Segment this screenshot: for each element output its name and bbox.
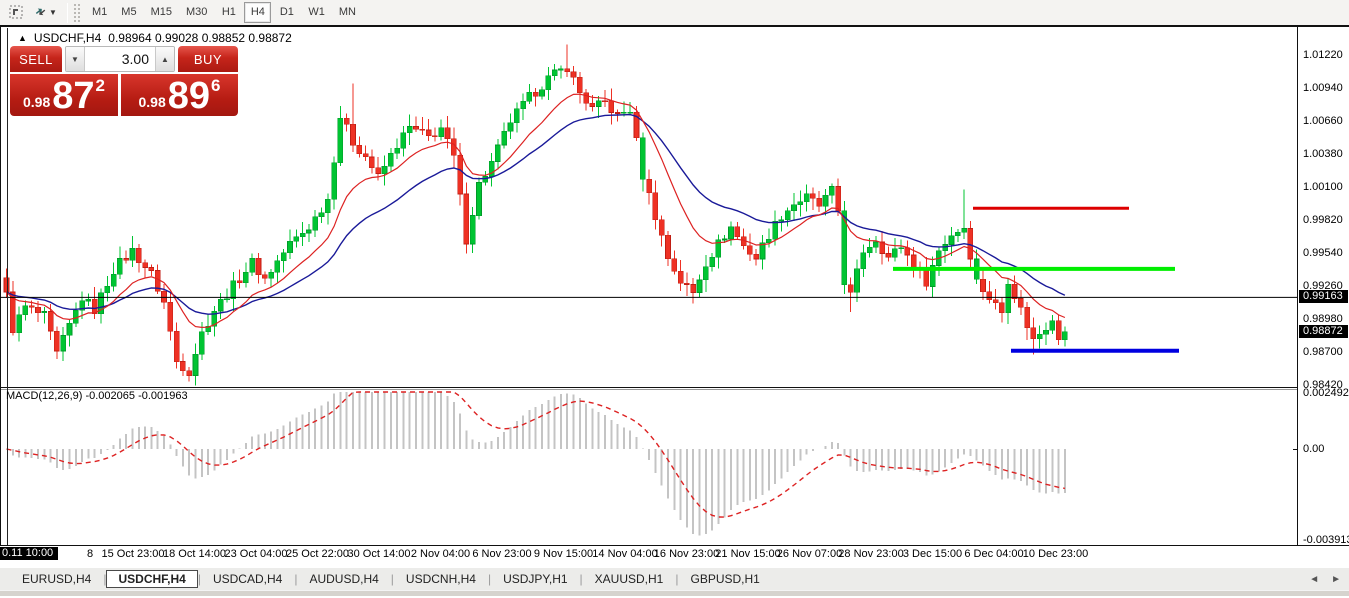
chart-tab-gbpusd-h1[interactable]: GBPUSD,H1 <box>678 570 771 588</box>
macd-tick-label: -0.003913 <box>1303 534 1349 546</box>
caret-up-icon: ▲ <box>161 54 169 64</box>
chart-tab-audusd-h4[interactable]: AUDUSD,H4 <box>297 570 390 588</box>
buy-button[interactable]: BUY <box>178 46 238 72</box>
time-axis[interactable]: 0.11 10:00 8 15 Oct 23:00 18 Oct 14:00 23 … <box>0 546 1349 567</box>
sell-price-pip: 2 <box>95 76 105 95</box>
chart-tab-usdjpy-h1[interactable]: USDJPY,H1 <box>491 570 579 588</box>
chart-tab-eurusd-h4[interactable]: EURUSD,H4 <box>10 570 103 588</box>
macd-tick-label: 0.00 <box>1303 443 1325 455</box>
price-tick-label: 0.98980 <box>1303 313 1343 325</box>
time-tick-label: 9 Nov 15:00 <box>533 548 594 560</box>
tab-scroll-buttons: ◄ ► <box>1309 574 1341 585</box>
timeframe-button-m1[interactable]: M1 <box>86 2 113 23</box>
chart-tabs-bar: EURUSD,H4 | USDCHF,H4 | USDCAD,H4 | AUDUSD,H4 |… <box>0 568 1349 590</box>
time-tick-label: 6 Dec 04:00 <box>964 548 1024 560</box>
caret-down-icon: ▼ <box>71 54 79 64</box>
sell-price-main: 87 <box>52 75 95 117</box>
chart-tab-xauusd-h1[interactable]: XAUUSD,H1 <box>583 570 676 588</box>
one-click-trading-panel: SELL ▼ 3.00 ▲ BUY 0.98 87 2 0.98 89 6 <box>10 46 238 116</box>
price-tick-label: 0.99540 <box>1303 247 1343 259</box>
macd-tick-label: 0.002492 <box>1303 387 1349 399</box>
sell-price-display[interactable]: 0.98 87 2 <box>10 74 118 116</box>
volume-increase-button[interactable]: ▲ <box>155 47 174 71</box>
volume-decrease-button[interactable]: ▼ <box>66 47 85 71</box>
mt4-terminal: ▼ M1 M5 M15 M30 H1 H4 D1 W1 MN ▲ USDCHF,H4 0.989… <box>0 0 1349 598</box>
price-tick-label: 0.99820 <box>1303 214 1343 226</box>
time-tick-label: 28 Nov 23:00 <box>838 548 904 560</box>
dropdown-caret-icon: ▼ <box>49 8 57 17</box>
timeframe-button-h1[interactable]: H1 <box>215 2 242 23</box>
symbol-label: USDCHF,H4 <box>33 31 102 45</box>
sell-button[interactable]: SELL <box>10 46 62 72</box>
time-tick-label: 14 Nov 04:00 <box>592 548 658 560</box>
time-tick-label: 25 Oct 22:00 <box>286 548 349 560</box>
buy-price-prefix: 0.98 <box>138 94 166 110</box>
buy-price-display[interactable]: 0.98 89 6 <box>121 74 238 116</box>
tab-scroll-left-icon[interactable]: ◄ <box>1309 574 1319 585</box>
timeframe-button-m5[interactable]: M5 <box>115 2 142 23</box>
time-tick-label: 21 Nov 15:00 <box>715 548 781 560</box>
current-price-badge: 0.98872 <box>1299 324 1348 338</box>
time-tick-label: 23 Oct 04:00 <box>224 548 288 560</box>
time-tick-label: 18 Oct 14:00 <box>163 548 226 560</box>
price-tick-label: 1.00940 <box>1303 82 1343 94</box>
time-tick-label: 26 Nov 07:00 <box>776 548 843 560</box>
time-crosshair-badge: 0.11 10:00 <box>0 547 59 560</box>
timeframe-button-w1[interactable]: W1 <box>302 2 331 23</box>
price-tick-label: 1.00380 <box>1303 148 1343 160</box>
tab-scroll-right-icon[interactable]: ► <box>1331 574 1341 585</box>
chart-tab-usdchf-h4[interactable]: USDCHF,H4 <box>106 570 198 588</box>
cycle-charts-button[interactable]: ▼ <box>28 2 62 24</box>
chart-tab-usdcad-h4[interactable]: USDCAD,H4 <box>201 570 294 588</box>
macd-indicator-label: MACD(12,26,9) -0.002065 -0.001963 <box>6 390 188 402</box>
chart-window[interactable]: ▲ USDCHF,H4 0.98964 0.99028 0.98852 0.98… <box>0 27 1349 568</box>
chart-window-icon <box>9 5 22 19</box>
time-tick-label: 2 Nov 04:00 <box>410 548 471 560</box>
time-tick-label: 3 Dec 15:00 <box>902 548 963 560</box>
timeframe-bar: M1 M5 M15 M30 H1 H4 D1 W1 MN <box>86 2 362 23</box>
price-tick-label: 0.98700 <box>1303 346 1343 358</box>
time-tick-label: 10 Dec 23:00 <box>1022 548 1089 560</box>
toolbar-separator <box>67 2 68 23</box>
status-strip <box>0 590 1349 596</box>
buy-price-pip: 6 <box>211 76 221 95</box>
time-tick-label: 16 Nov 23:00 <box>653 548 720 560</box>
toolbar-drag-handle[interactable] <box>73 2 80 23</box>
chart-pointer-icon: ▲ <box>18 33 27 43</box>
chart-window-button[interactable] <box>4 2 28 24</box>
time-tick-label: 6 Nov 23:00 <box>472 548 532 560</box>
time-tick-label: 15 Oct 23:00 <box>101 548 165 560</box>
chart-ohlc-header: ▲ USDCHF,H4 0.98964 0.99028 0.98852 0.98… <box>18 31 292 45</box>
time-tick-label: 30 Oct 14:00 <box>347 548 411 560</box>
chart-tab-usdcnh-h4[interactable]: USDCNH,H4 <box>394 570 488 588</box>
timeframe-button-mn[interactable]: MN <box>333 2 362 23</box>
time-partial-label: 8 <box>87 548 94 560</box>
volume-spinner: ▼ 3.00 ▲ <box>65 46 175 72</box>
timeframe-button-h4[interactable]: H4 <box>244 2 272 23</box>
price-tick-label: 1.01220 <box>1303 49 1343 61</box>
cycle-arrows-icon <box>35 8 46 16</box>
price-axis[interactable]: 1.01220 1.00940 1.00660 1.00380 1.00100 0.998… <box>1298 27 1349 546</box>
timeframe-button-d1[interactable]: D1 <box>273 2 300 23</box>
price-tick-label: 1.00660 <box>1303 115 1343 127</box>
buy-price-main: 89 <box>167 75 211 117</box>
timeframe-button-m30[interactable]: M30 <box>180 2 213 23</box>
ohlc-values: 0.98964 0.99028 0.98852 0.98872 <box>108 31 292 45</box>
price-tick-label: 1.00100 <box>1303 181 1343 193</box>
sell-price-prefix: 0.98 <box>23 94 51 110</box>
crosshair-price-badge: 0.99163 <box>1299 290 1348 304</box>
volume-input[interactable]: 3.00 <box>85 47 155 71</box>
toolbar: ▼ M1 M5 M15 M30 H1 H4 D1 W1 MN <box>0 0 1349 27</box>
timeframe-button-m15[interactable]: M15 <box>145 2 178 23</box>
